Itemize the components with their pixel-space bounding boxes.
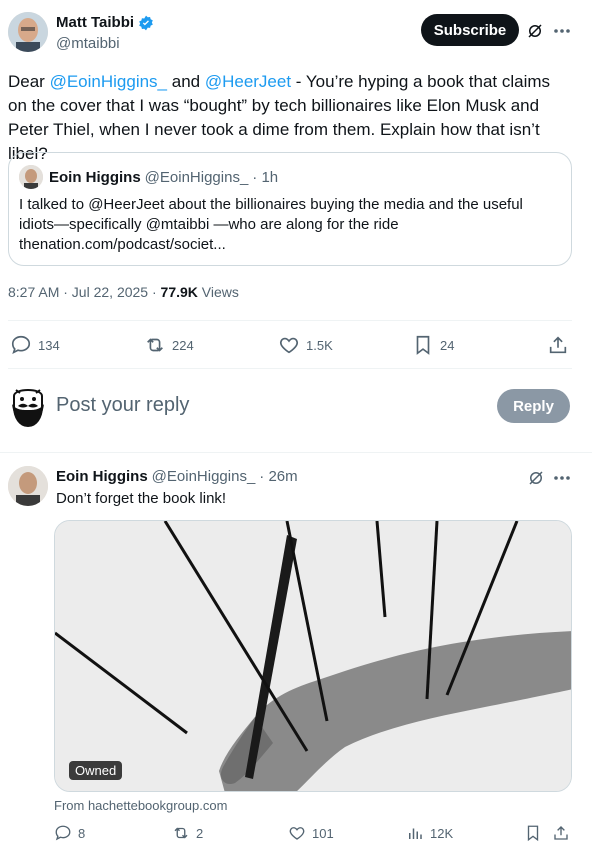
- reply-reply-count: 8: [78, 825, 86, 841]
- tweet-meta: 8:27 AM · Jul 22, 2025 · 77.9K Views: [8, 284, 239, 300]
- quote-author-handle: @EoinHiggins_: [144, 169, 249, 186]
- share-icon[interactable]: [552, 824, 570, 842]
- book-cover-illustration: [55, 521, 571, 791]
- subscribe-button[interactable]: Subscribe: [421, 14, 519, 46]
- mention-eoin[interactable]: @EoinHiggins_: [50, 72, 167, 91]
- tweet-text-part: and: [167, 72, 205, 91]
- views-label: Views: [197, 284, 239, 300]
- like-count: 1.5K: [306, 337, 333, 353]
- reply-author-name[interactable]: Eoin Higgins: [56, 468, 148, 485]
- reply-author-handle[interactable]: @EoinHiggins_: [152, 468, 256, 485]
- card-badge: Owned: [69, 761, 123, 780]
- reply-views-button[interactable]: 12K: [406, 824, 453, 842]
- like-icon: [278, 334, 300, 356]
- repost-button[interactable]: 224: [144, 334, 194, 356]
- reply-count: 134: [38, 337, 60, 353]
- verified-badge-icon: [138, 15, 154, 31]
- quoted-tweet[interactable]: Eoin Higgins @EoinHiggins_ · 1h I talked…: [8, 152, 572, 266]
- reply-author-avatar[interactable]: [8, 466, 48, 506]
- reply-like-count: 101: [312, 825, 334, 841]
- reply-views-count: 12K: [430, 825, 454, 841]
- reply-submit-button[interactable]: Reply: [497, 389, 570, 423]
- divider: [0, 452, 592, 453]
- divider: [8, 368, 572, 369]
- timestamp[interactable]: 8:27 AM · Jul 22, 2025 ·: [8, 284, 161, 300]
- bookmark-button[interactable]: 24: [412, 334, 454, 356]
- share-icon[interactable]: [547, 334, 569, 356]
- author-name[interactable]: Matt Taibbi: [56, 14, 134, 31]
- quote-age: · 1h: [252, 169, 279, 186]
- grok-icon[interactable]: [526, 22, 544, 40]
- like-icon: [288, 824, 306, 842]
- repost-icon: [172, 824, 190, 842]
- reply-button[interactable]: 134: [10, 334, 60, 356]
- bookmark-count: 24: [440, 337, 455, 353]
- reply-input[interactable]: Post your reply: [56, 394, 189, 417]
- views-count: 77.9K: [160, 284, 198, 300]
- quote-avatar: [19, 165, 43, 189]
- link-card-image[interactable]: Owned: [54, 520, 572, 792]
- repost-icon: [144, 334, 166, 356]
- bookmark-icon: [412, 334, 434, 356]
- reply-icon: [54, 824, 72, 842]
- views-icon: [406, 824, 424, 842]
- user-avatar[interactable]: [8, 384, 48, 428]
- grok-icon[interactable]: [527, 469, 545, 487]
- like-button[interactable]: 1.5K: [278, 334, 333, 356]
- reply-text: Don’t forget the book link!: [56, 490, 227, 507]
- tweet-text-part: Dear: [8, 72, 50, 91]
- reply-age[interactable]: · 26m: [259, 468, 297, 485]
- author-avatar[interactable]: [8, 12, 48, 52]
- reply-repost-count: 2: [196, 825, 204, 841]
- more-icon[interactable]: [552, 22, 572, 40]
- reply-icon: [10, 334, 32, 356]
- bookmark-icon[interactable]: [524, 824, 542, 842]
- repost-count: 224: [172, 337, 194, 353]
- quote-text: I talked to @HeerJeet about the billiona…: [19, 196, 523, 253]
- more-icon[interactable]: [552, 469, 572, 487]
- author-handle[interactable]: @mtaibbi: [56, 35, 120, 52]
- reply-reply-button[interactable]: 8: [54, 824, 85, 842]
- card-source[interactable]: From hachettebookgroup.com: [54, 798, 227, 813]
- quote-author-name: Eoin Higgins: [49, 169, 141, 186]
- mention-heerjeet[interactable]: @HeerJeet: [205, 72, 291, 91]
- reply-repost-button[interactable]: 2: [172, 824, 203, 842]
- divider: [8, 320, 572, 321]
- reply-like-button[interactable]: 101: [288, 824, 334, 842]
